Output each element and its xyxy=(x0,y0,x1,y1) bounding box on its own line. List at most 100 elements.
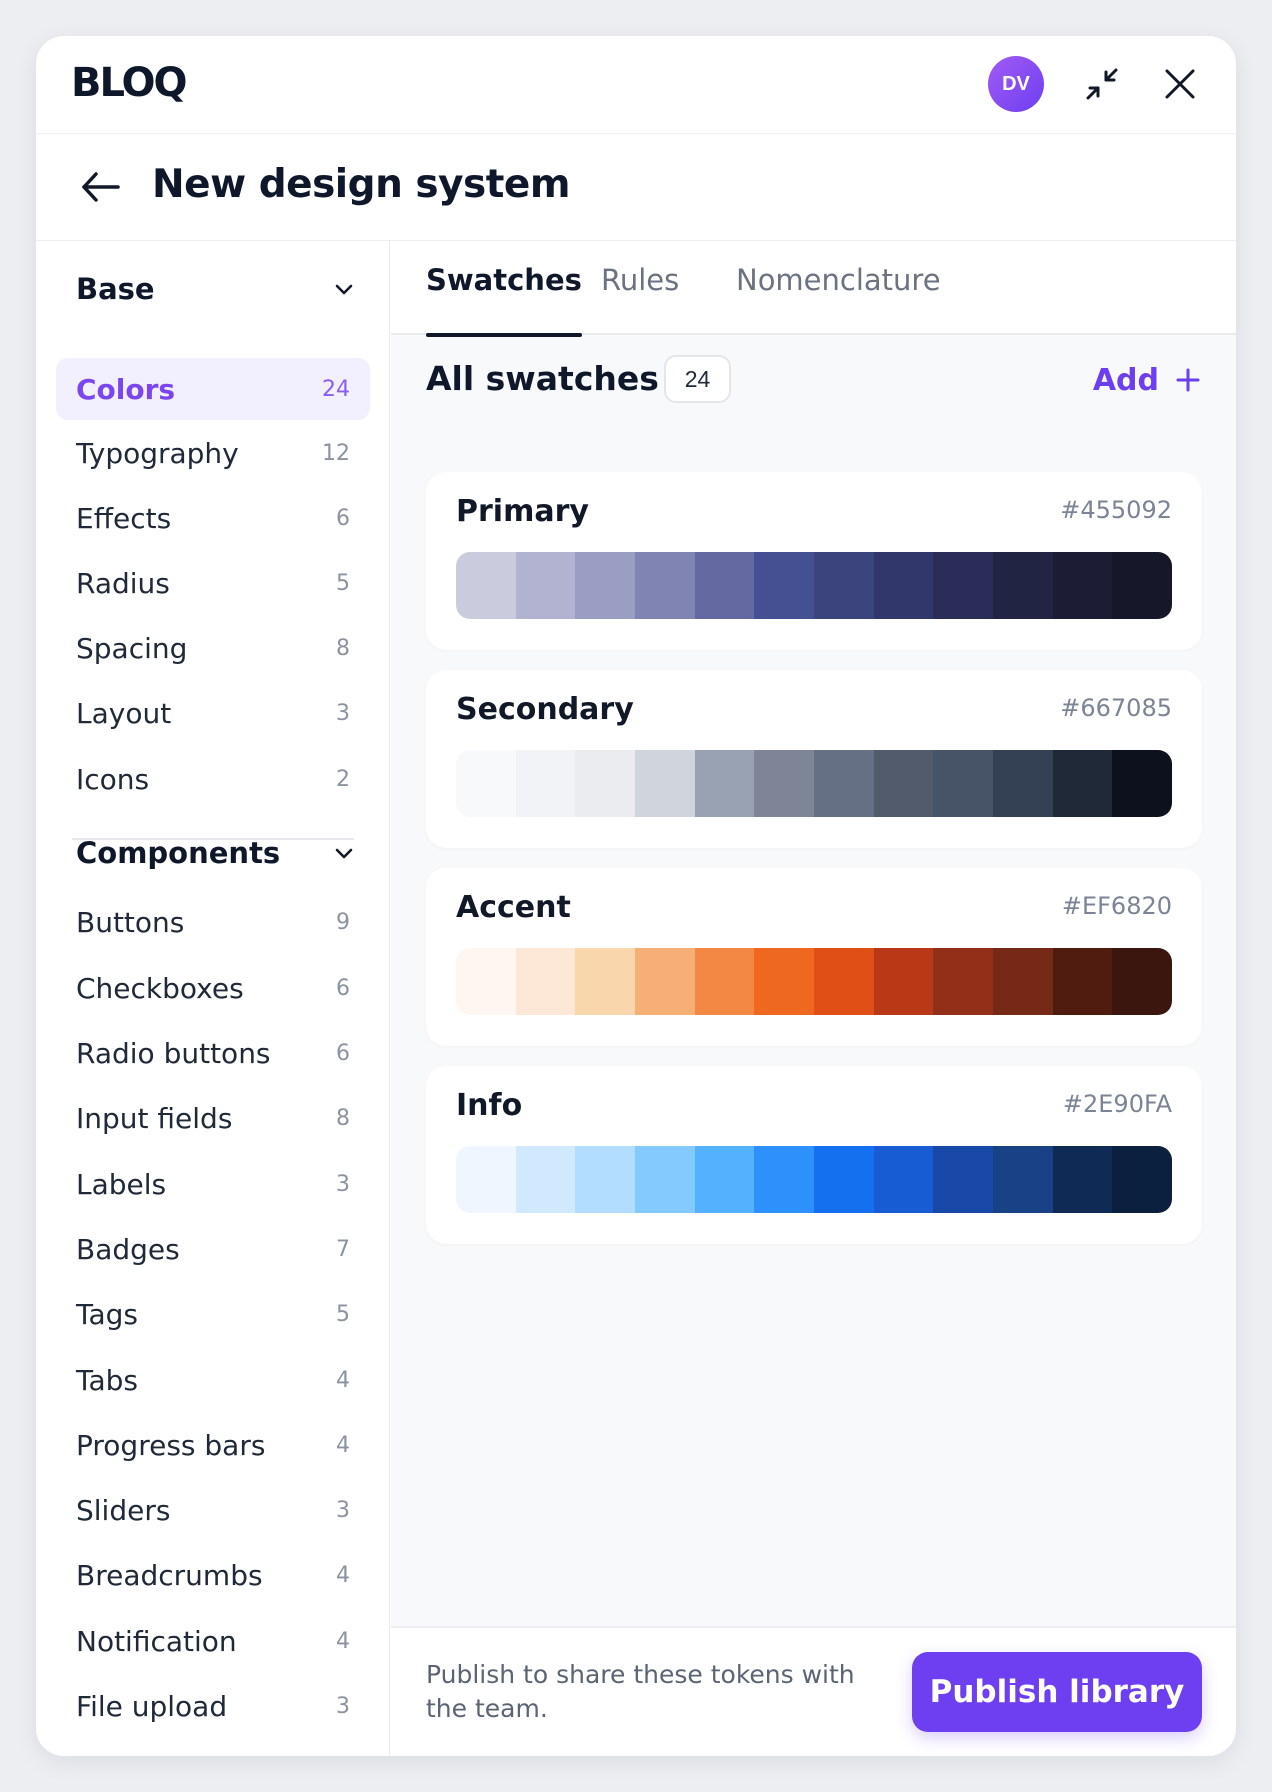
swatch-step[interactable] xyxy=(814,1146,874,1213)
swatch-step[interactable] xyxy=(754,750,815,817)
swatch-step[interactable] xyxy=(754,948,815,1015)
swatch-step[interactable] xyxy=(575,750,636,817)
add-swatch-button[interactable]: Add xyxy=(1093,359,1201,401)
sidebar-item-count: 4 xyxy=(336,1562,350,1588)
page-header: New design system xyxy=(36,134,1236,241)
sidebar-item-label: Colors xyxy=(76,372,176,406)
swatch-step[interactable] xyxy=(515,750,576,817)
sidebar-item-count: 4 xyxy=(336,1628,350,1654)
sidebar-item-layout[interactable]: Layout 3 xyxy=(56,682,370,744)
swatch-step[interactable] xyxy=(1112,948,1172,1015)
sidebar-item-tabs[interactable]: Tabs 4 xyxy=(56,1349,370,1411)
sidebar-item-breadcrumbs[interactable]: Breadcrumbs 4 xyxy=(56,1544,370,1606)
minimize-button[interactable] xyxy=(1078,60,1126,108)
sidebar-item-input-fields[interactable]: Input fields 8 xyxy=(56,1087,370,1149)
swatch-step[interactable] xyxy=(933,750,994,817)
swatch-step[interactable] xyxy=(814,750,874,817)
swatch-step[interactable] xyxy=(873,552,934,619)
swatch-step[interactable] xyxy=(575,552,636,619)
swatch-step[interactable] xyxy=(575,948,636,1015)
swatch-step[interactable] xyxy=(933,1146,994,1213)
swatch-step[interactable] xyxy=(754,1146,815,1213)
swatch-step[interactable] xyxy=(1052,750,1113,817)
palette-card-accent[interactable]: Accent #EF6820 xyxy=(426,868,1202,1046)
swatch-step[interactable] xyxy=(993,1146,1053,1213)
swatch-step[interactable] xyxy=(694,948,755,1015)
swatch-step[interactable] xyxy=(635,750,695,817)
sidebar-item-badges[interactable]: Badges 7 xyxy=(56,1218,370,1280)
sidebar-item-labels[interactable]: Labels 3 xyxy=(56,1153,370,1215)
swatch-step[interactable] xyxy=(933,552,994,619)
sidebar-item-radius[interactable]: Radius 5 xyxy=(56,552,370,614)
swatch-step[interactable] xyxy=(1112,552,1172,619)
sidebar-item-count: 3 xyxy=(336,700,350,726)
sidebar-item-spacing[interactable]: Spacing 8 xyxy=(56,617,370,679)
swatch-step[interactable] xyxy=(1052,1146,1113,1213)
chevron-down-icon xyxy=(335,848,353,859)
swatch-step[interactable] xyxy=(754,552,815,619)
sidebar-item-buttons[interactable]: Buttons 9 xyxy=(56,891,370,953)
sidebar-item-typography[interactable]: Typography 12 xyxy=(56,422,370,484)
swatch-step[interactable] xyxy=(635,1146,695,1213)
swatch-step[interactable] xyxy=(873,1146,934,1213)
swatch-step[interactable] xyxy=(694,1146,755,1213)
design-system-window: BLOQ DV New design system Base Colors 24… xyxy=(36,36,1236,1756)
swatch-step[interactable] xyxy=(993,552,1053,619)
close-icon xyxy=(1165,69,1195,99)
sidebar-item-notification[interactable]: Notification 4 xyxy=(56,1610,370,1672)
sidebar-item-tags[interactable]: Tags 5 xyxy=(56,1283,370,1345)
swatch-step[interactable] xyxy=(635,552,695,619)
swatch-step[interactable] xyxy=(1052,948,1113,1015)
publish-library-button[interactable]: Publish library xyxy=(912,1652,1202,1732)
sidebar-item-icons[interactable]: Icons 2 xyxy=(56,748,370,810)
swatch-step[interactable] xyxy=(993,948,1053,1015)
sidebar-item-count: 24 xyxy=(322,376,350,402)
palette-card-secondary[interactable]: Secondary #667085 xyxy=(426,670,1202,848)
palette-card-primary[interactable]: Primary #455092 xyxy=(426,472,1202,650)
palette-hex: #667085 xyxy=(1060,694,1172,722)
sidebar-item-radio-buttons[interactable]: Radio buttons 6 xyxy=(56,1022,370,1084)
swatch-step[interactable] xyxy=(456,552,516,619)
sidebar-item-count: 5 xyxy=(336,1301,350,1327)
swatch-step[interactable] xyxy=(694,552,755,619)
sidebar-item-checkboxes[interactable]: Checkboxes 6 xyxy=(56,957,370,1019)
swatch-step[interactable] xyxy=(933,948,994,1015)
color-ramp xyxy=(456,1146,1172,1213)
swatch-step[interactable] xyxy=(873,948,934,1015)
swatch-step[interactable] xyxy=(575,1146,636,1213)
sidebar-item-file-upload[interactable]: File upload 3 xyxy=(56,1675,370,1737)
swatch-step[interactable] xyxy=(1052,552,1113,619)
swatch-step[interactable] xyxy=(515,948,576,1015)
tab-rules[interactable]: Rules xyxy=(601,263,679,335)
swatch-step[interactable] xyxy=(814,552,874,619)
close-button[interactable] xyxy=(1156,60,1204,108)
sidebar-item-label: Layout xyxy=(76,696,172,730)
tab-nomenclature[interactable]: Nomenclature xyxy=(736,263,941,335)
swatch-step[interactable] xyxy=(873,750,934,817)
swatch-step[interactable] xyxy=(515,1146,576,1213)
swatch-step[interactable] xyxy=(456,948,516,1015)
section-header-base[interactable]: Base xyxy=(76,269,356,309)
swatch-step[interactable] xyxy=(1112,750,1172,817)
swatch-step[interactable] xyxy=(1112,1146,1172,1213)
sidebar-item-colors[interactable]: Colors 24 xyxy=(56,358,370,420)
tab-swatches[interactable]: Swatches xyxy=(426,263,582,337)
swatch-step[interactable] xyxy=(814,948,874,1015)
swatch-step[interactable] xyxy=(456,750,516,817)
arrow-left-icon xyxy=(82,172,120,202)
section-header-components[interactable]: Components xyxy=(76,833,356,873)
sidebar-item-progress-bars[interactable]: Progress bars 4 xyxy=(56,1414,370,1476)
swatch-step[interactable] xyxy=(456,1146,516,1213)
palette-hex: #2E90FA xyxy=(1062,1090,1172,1118)
swatch-step[interactable] xyxy=(635,948,695,1015)
swatch-step[interactable] xyxy=(993,750,1053,817)
sidebar-item-count: 9 xyxy=(336,909,350,935)
palette-card-info[interactable]: Info #2E90FA xyxy=(426,1066,1202,1244)
swatch-step[interactable] xyxy=(694,750,755,817)
back-button[interactable] xyxy=(76,162,126,212)
sidebar-item-sliders[interactable]: Sliders 3 xyxy=(56,1479,370,1541)
swatch-step[interactable] xyxy=(515,552,576,619)
avatar[interactable]: DV xyxy=(988,56,1044,112)
sidebar-item-effects[interactable]: Effects 6 xyxy=(56,487,370,549)
sidebar-item-count: 3 xyxy=(336,1497,350,1523)
